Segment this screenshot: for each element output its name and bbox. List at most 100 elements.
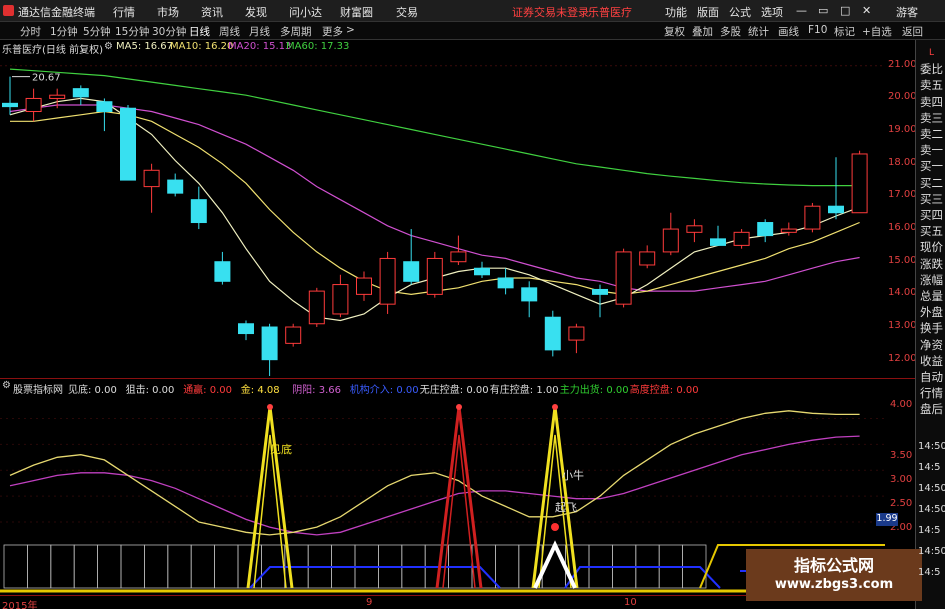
control-bar: [167, 544, 192, 589]
app-name: 通达信金融终端: [18, 6, 95, 19]
stock-title: 乐普医疗(日线 前复权): [2, 45, 103, 56]
signal-dot: [551, 523, 559, 531]
menu-quotes[interactable]: 行情: [113, 4, 135, 20]
app-logo-icon: [3, 5, 14, 16]
candle-body: [403, 261, 420, 282]
control-bar: [97, 544, 122, 589]
candle-body: [96, 101, 113, 113]
candle-body: [379, 257, 396, 305]
gear-icon[interactable]: ⚙: [104, 41, 113, 52]
trade-status[interactable]: 证券交易未登录: [512, 4, 589, 20]
price-tick: 15.00: [888, 254, 917, 266]
user-label[interactable]: 游客: [896, 4, 918, 20]
menu-news[interactable]: 资讯: [201, 4, 223, 20]
price-tick: 21.00: [888, 58, 917, 70]
gear-icon[interactable]: ⚙: [2, 380, 11, 391]
high-annotation: 20.67: [32, 73, 61, 84]
watermark-url: www.zbgs3.com: [774, 577, 894, 592]
watermark-title: 指标公式网: [793, 556, 874, 575]
period-tab[interactable]: 分时: [20, 24, 41, 39]
candle-body: [450, 251, 467, 263]
blue-step-line: [249, 566, 501, 589]
control-bar: [214, 544, 239, 589]
candle-body: [521, 287, 538, 302]
price-tick: 17.00: [888, 189, 917, 201]
date-label: 2015年: [2, 601, 38, 609]
indicator-tick: 2.50: [890, 498, 913, 509]
price-tick: 16.00: [888, 222, 917, 234]
indicator-tick: 3.00: [890, 474, 913, 485]
main-info-bar: 乐普医疗(日线 前复权) ⚙ MA5: 16.67 MA10: 16.20 MA…: [0, 40, 912, 56]
chevron-right-icon[interactable]: >: [346, 24, 355, 36]
indicator-side-label: 14:50: [918, 546, 945, 557]
menu-options[interactable]: 选项: [761, 4, 783, 20]
candle-body: [332, 284, 349, 315]
period-tab-active[interactable]: 日线: [189, 24, 210, 39]
period-tab[interactable]: 周线: [219, 24, 240, 39]
candle-body: [261, 326, 278, 361]
signal-label: 起飞: [555, 501, 577, 514]
toolbar-stats[interactable]: 统计: [748, 24, 769, 39]
indicator-value: 金: 4.08: [240, 385, 280, 396]
menu-trade[interactable]: 交易: [396, 4, 418, 20]
candle-body: [426, 257, 443, 295]
menu-wealth[interactable]: 财富圈: [340, 4, 373, 20]
close-icon[interactable]: ✕: [862, 4, 871, 17]
toolbar-back[interactable]: 返回: [902, 24, 923, 39]
indicator-value: 阴阳: 3.66: [292, 385, 342, 396]
candle-body: [733, 231, 750, 246]
candle-body: [686, 225, 703, 233]
indicator-tick: 3.50: [890, 450, 913, 461]
menu-ask[interactable]: 问小达: [289, 4, 322, 20]
toolbar-overlay[interactable]: 叠加: [692, 24, 713, 39]
toolbar-adjust[interactable]: 复权: [664, 24, 685, 39]
indicator-side-label: 14:5: [918, 462, 941, 473]
period-tab[interactable]: 30分钟: [152, 24, 186, 39]
toolbar-add-watchlist[interactable]: +自选: [862, 24, 892, 39]
menu-market[interactable]: 市场: [157, 4, 179, 20]
candle-body: [356, 277, 372, 295]
toolbar-draw[interactable]: 画线: [778, 24, 799, 39]
period-tab[interactable]: 15分钟: [115, 24, 149, 39]
toolbar-f10[interactable]: F10: [808, 24, 827, 36]
candle-body: [238, 323, 254, 335]
spike-dot: [267, 404, 273, 410]
indicator-side-label: 14:50: [918, 504, 945, 515]
period-tab[interactable]: 1分钟: [50, 24, 78, 39]
signal-label: 见底: [270, 442, 292, 456]
control-bar: [143, 544, 169, 589]
menu-discover[interactable]: 发现: [245, 4, 267, 20]
candle-body: [592, 288, 608, 295]
indicator-name: 股票指标网: [13, 385, 63, 396]
indicator-value: 高度控盘: 0.00: [629, 385, 699, 396]
menu-function[interactable]: 功能: [665, 4, 687, 20]
period-tab[interactable]: 5分钟: [83, 24, 111, 39]
toolbar-multi[interactable]: 多股: [720, 24, 741, 39]
candle-body: [214, 261, 231, 282]
period-tab[interactable]: 多周期: [280, 24, 312, 39]
indicator-value: 有庄控盘: 1.00: [489, 385, 559, 396]
toolbar-mark[interactable]: 标记: [834, 24, 855, 39]
candle-body: [143, 169, 160, 188]
indicator-side-label: 14:50: [918, 441, 945, 452]
spike-dot: [552, 404, 558, 410]
period-tab[interactable]: 月线: [249, 24, 270, 39]
price-tick: 19.00: [888, 124, 917, 136]
candle-body: [120, 107, 136, 181]
restore-icon[interactable]: ▭: [818, 4, 828, 17]
candle-body: [167, 179, 184, 194]
signal-spike-red: [435, 406, 483, 589]
indicator-tick: 4.00: [890, 399, 913, 410]
candlestick-chart[interactable]: 20.6711.26: [0, 56, 885, 376]
minimize-icon[interactable]: —: [796, 4, 807, 17]
menu-layout[interactable]: 版面: [697, 4, 719, 20]
control-bar: [120, 544, 145, 589]
date-label: 10: [624, 597, 637, 608]
right-panel-label[interactable]: 盘后: [918, 400, 945, 418]
maximize-icon[interactable]: □: [840, 4, 850, 17]
candle-body: [49, 94, 66, 99]
menu-formula[interactable]: 公式: [729, 4, 751, 20]
signal-spike-yellow: [246, 406, 294, 589]
period-tab[interactable]: 更多: [322, 24, 343, 39]
indicator-side-label: 14:50: [918, 483, 945, 494]
